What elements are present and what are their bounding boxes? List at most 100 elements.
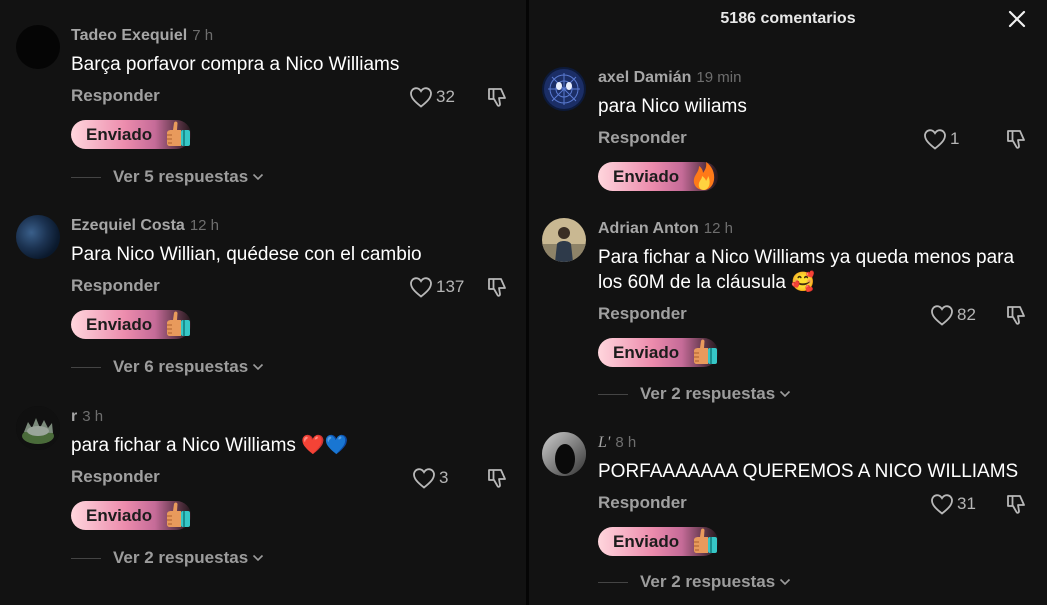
- sent-badge: Enviado: [71, 501, 191, 530]
- thumbs-down-outline-icon[interactable]: [1004, 492, 1028, 516]
- thumbs-down-outline-icon[interactable]: [485, 466, 509, 490]
- sent-label: Enviado: [86, 505, 153, 525]
- view-replies-label: Ver 5 respuestas: [113, 167, 249, 186]
- chevron-down-icon: [252, 363, 264, 371]
- sent-label: Enviado: [613, 166, 680, 186]
- sent-label: Enviado: [86, 124, 153, 144]
- view-replies-label: Ver 6 respuestas: [113, 357, 249, 376]
- view-replies-button[interactable]: Ver 2 respuestas: [598, 572, 791, 592]
- view-replies-button[interactable]: Ver 2 respuestas: [598, 384, 791, 404]
- heart-outline-icon: [923, 128, 947, 150]
- comment-username[interactable]: Adrian Anton: [598, 220, 699, 237]
- avatar[interactable]: [542, 432, 586, 476]
- like-count: 32: [436, 87, 455, 106]
- thumbs-down-outline-icon[interactable]: [485, 275, 509, 299]
- thumbs-up-emoji: [688, 336, 720, 368]
- chevron-down-icon: [252, 554, 264, 562]
- left-comments-panel: Tadeo Exequiel 7 h Barça porfavor compra …: [0, 0, 526, 605]
- like-count: 1: [950, 129, 960, 148]
- comment-time: 3 h: [82, 408, 104, 425]
- spiderman-avatar-image: [542, 67, 586, 111]
- comment-username[interactable]: r: [71, 408, 77, 425]
- sent-badge: Enviado: [71, 120, 191, 149]
- comment-text: Para Nico Willian, quédese con el cambio: [71, 244, 422, 265]
- smiling-face-emoji: 🥰: [791, 271, 815, 293]
- comment-username[interactable]: L': [598, 434, 610, 451]
- cartoon-avatar-image: [16, 406, 60, 450]
- reply-button[interactable]: Responder: [71, 276, 160, 296]
- view-replies-label: Ver 2 respuestas: [640, 384, 776, 403]
- divider-line: [598, 581, 628, 583]
- heart-outline-icon: [930, 304, 954, 326]
- comment-time: 12 h: [189, 217, 220, 234]
- reply-button[interactable]: Responder: [598, 128, 687, 148]
- thumbs-down-outline-icon[interactable]: [1004, 303, 1028, 327]
- like-button[interactable]: 1: [923, 128, 959, 150]
- heart-outline-icon: [412, 467, 436, 489]
- avatar[interactable]: [16, 215, 60, 259]
- divider-line: [71, 366, 101, 368]
- thumbs-up-emoji: [161, 118, 193, 150]
- view-replies-label: Ver 2 respuestas: [640, 572, 776, 591]
- right-comments-panel: 5186 comentarios axel Damián 19 min para …: [529, 0, 1047, 605]
- thumbs-up-emoji: [161, 308, 193, 340]
- thumbs-down-outline-icon[interactable]: [485, 85, 509, 109]
- avatar[interactable]: [16, 25, 60, 69]
- comment-text: Barça porfavor compra a Nico Williams: [71, 54, 400, 75]
- sent-label: Enviado: [613, 342, 680, 362]
- sent-badge: Enviado: [71, 310, 191, 339]
- reply-button[interactable]: Responder: [598, 304, 687, 324]
- comment-time: 12 h: [703, 220, 733, 237]
- comment-username[interactable]: axel Damián: [598, 69, 691, 86]
- like-button[interactable]: 82: [930, 304, 976, 326]
- divider-line: [598, 393, 628, 395]
- sent-badge: Enviado: [598, 162, 718, 191]
- reply-button[interactable]: Responder: [71, 467, 160, 487]
- like-button[interactable]: 32: [409, 86, 455, 108]
- divider-line: [71, 557, 101, 559]
- reply-button[interactable]: Responder: [71, 86, 160, 106]
- heart-emojis: ❤️💙: [301, 434, 349, 456]
- like-button[interactable]: 3: [412, 467, 448, 489]
- sent-badge: Enviado: [598, 527, 718, 556]
- comment-time: 7 h: [192, 27, 214, 44]
- comment-text: para Nico wiliams: [598, 96, 747, 117]
- comment-time: 8 h: [615, 434, 637, 451]
- comment-time: 19 min: [696, 69, 742, 86]
- thumbs-up-emoji: [161, 499, 193, 531]
- reply-button[interactable]: Responder: [598, 493, 687, 513]
- avatar[interactable]: [16, 406, 60, 450]
- avatar[interactable]: [542, 218, 586, 262]
- comment-username[interactable]: Tadeo Exequiel: [71, 27, 187, 44]
- sent-badge: Enviado: [598, 338, 718, 367]
- close-icon[interactable]: [1007, 9, 1027, 29]
- avatar[interactable]: [542, 67, 586, 111]
- view-replies-button[interactable]: Ver 5 respuestas: [71, 167, 264, 187]
- comment-username[interactable]: Ezequiel Costa: [71, 217, 185, 234]
- comment-text: PORFAAAAAAA QUEREMOS A NICO WILLIAMS: [598, 461, 1019, 482]
- divider-line: [71, 176, 101, 178]
- like-count: 82: [957, 305, 976, 324]
- photo-avatar-image: [542, 218, 586, 262]
- sent-label: Enviado: [613, 531, 680, 551]
- view-replies-label: Ver 2 respuestas: [113, 548, 249, 567]
- like-button[interactable]: 137: [409, 276, 464, 298]
- thumbs-up-emoji: [688, 525, 720, 557]
- heart-outline-icon: [930, 493, 954, 515]
- comment-text-body: para fichar a Nico Williams: [71, 435, 296, 456]
- comments-count-title: 5186 comentarios: [720, 10, 856, 27]
- view-replies-button[interactable]: Ver 6 respuestas: [71, 357, 264, 377]
- chevron-down-icon: [252, 173, 264, 181]
- comment-text: Para fichar a Nico Williams ya queda men…: [598, 245, 1035, 295]
- chevron-down-icon: [779, 578, 791, 586]
- like-button[interactable]: 31: [930, 493, 976, 515]
- heart-outline-icon: [409, 276, 433, 298]
- fire-emoji: [688, 160, 720, 192]
- thumbs-down-outline-icon[interactable]: [1004, 127, 1028, 151]
- like-count: 3: [439, 468, 449, 487]
- dark-photo-avatar-image: [542, 432, 586, 476]
- like-count: 137: [436, 277, 465, 296]
- chevron-down-icon: [779, 390, 791, 398]
- like-count: 31: [957, 494, 976, 513]
- view-replies-button[interactable]: Ver 2 respuestas: [71, 548, 264, 568]
